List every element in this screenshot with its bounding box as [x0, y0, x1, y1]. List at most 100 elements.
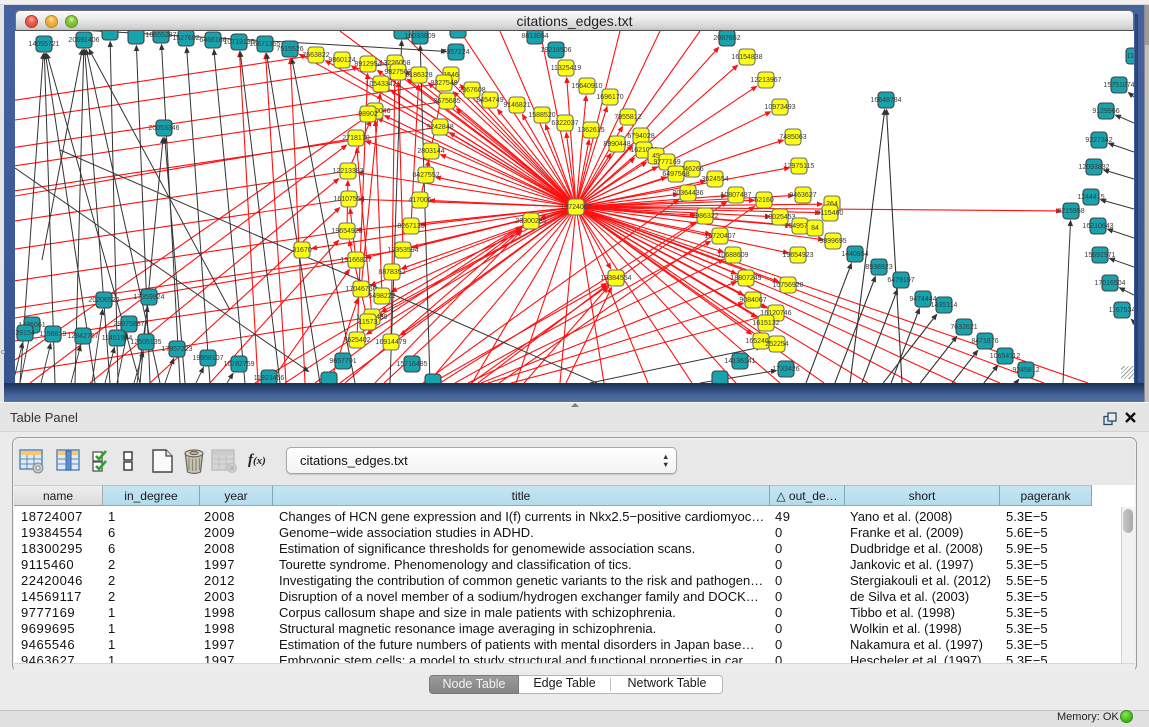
svg-text:8267130: 8267130 [397, 223, 424, 230]
svg-text:7357224: 7357224 [442, 49, 469, 56]
svg-text:20364436: 20364436 [672, 190, 703, 197]
svg-text:19958107: 19958107 [192, 355, 223, 362]
svg-text:11923466: 11923466 [254, 375, 285, 382]
svg-text:9899695: 9899695 [819, 238, 846, 245]
svg-text:7632621: 7632621 [950, 324, 977, 331]
svg-text:252254: 252254 [765, 341, 788, 348]
svg-text:98902: 98902 [358, 111, 378, 118]
svg-text:7515526: 7515526 [276, 46, 303, 53]
svg-text:9227342: 9227342 [1085, 137, 1112, 144]
svg-text:9115460: 9115460 [817, 210, 844, 217]
svg-text:16914479: 16914479 [375, 339, 406, 346]
svg-text:1244415: 1244415 [1077, 194, 1104, 201]
svg-text:7625402: 7625402 [343, 337, 370, 344]
svg-text:2367608: 2367608 [458, 87, 485, 94]
svg-text:10807487: 10807487 [720, 192, 751, 199]
svg-text:6322037: 6322037 [551, 120, 578, 127]
svg-text:12942757: 12942757 [67, 333, 98, 340]
svg-text:2718170: 2718170 [342, 135, 369, 142]
svg-text:14055721: 14055721 [28, 41, 59, 48]
svg-text:16154838: 16154838 [731, 54, 762, 61]
svg-text:8215958: 8215958 [1057, 208, 1084, 215]
svg-text:19384554: 19384554 [600, 275, 631, 282]
svg-text:2803144: 2803144 [417, 148, 444, 155]
svg-text:12505135: 12505135 [130, 339, 161, 346]
svg-text:9084067: 9084067 [739, 297, 766, 304]
svg-text:29975887: 29975887 [113, 321, 144, 328]
svg-text:7663822: 7663822 [302, 52, 329, 59]
svg-text:14136141: 14136141 [724, 358, 755, 365]
svg-text:19218506: 19218506 [540, 47, 571, 54]
svg-text:18724007: 18724007 [560, 204, 591, 211]
svg-text:9129966: 9129966 [1092, 108, 1119, 115]
svg-text:9146821: 9146821 [503, 102, 530, 109]
svg-text:1527602: 1527602 [172, 35, 199, 42]
svg-text:15716485: 15716485 [396, 361, 427, 368]
svg-text:9777169: 9777169 [653, 159, 680, 166]
svg-text:17957223: 17957223 [161, 346, 192, 353]
svg-text:8186328: 8186328 [405, 72, 432, 79]
svg-text:6479197: 6479197 [887, 277, 914, 284]
svg-text:10543342: 10543342 [365, 81, 396, 88]
svg-text:1362615: 1362615 [577, 127, 604, 134]
svg-text:17046766: 17046766 [345, 286, 376, 293]
svg-text:16033809: 16033809 [404, 33, 435, 40]
svg-text:1435114: 1435114 [931, 302, 958, 309]
svg-text:5498222: 5498222 [368, 293, 395, 300]
svg-text:12353594: 12353594 [387, 247, 418, 254]
svg-text:9242848: 9242848 [426, 124, 453, 131]
svg-text:10973493: 10973493 [764, 104, 795, 111]
svg-text:17359924: 17359924 [133, 294, 164, 301]
svg-text:84: 84 [811, 225, 819, 232]
svg-text:7485063: 7485063 [779, 134, 806, 141]
svg-text:15751074: 15751074 [1103, 82, 1134, 89]
svg-text:16210643: 16210643 [1082, 223, 1113, 230]
svg-text:9245812: 9245812 [1012, 367, 1039, 374]
svg-text:6497568: 6497568 [662, 171, 689, 178]
svg-text:16782759: 16782759 [223, 361, 254, 368]
svg-text:417006: 417006 [408, 197, 431, 204]
svg-text:16107554: 16107554 [333, 196, 364, 203]
svg-text:15720407: 15720407 [704, 233, 735, 240]
svg-text:18807249: 18807249 [730, 275, 761, 282]
svg-text:20691406: 20691406 [68, 37, 99, 44]
svg-text:8471676: 8471676 [971, 338, 998, 345]
svg-text:8454749: 8454749 [476, 97, 503, 104]
svg-text:23300285: 23300285 [515, 218, 546, 225]
svg-text:20206526: 20206526 [88, 297, 119, 304]
svg-text:3675685: 3675685 [433, 98, 460, 105]
svg-text:12093832: 12093832 [1078, 164, 1109, 171]
svg-text:9327548: 9327548 [430, 80, 457, 87]
svg-text:15640910: 15640910 [571, 83, 602, 90]
svg-text:19654923: 19654923 [782, 252, 813, 259]
svg-text:8427552: 8427552 [412, 172, 439, 179]
svg-text:1733426: 1733426 [772, 366, 799, 373]
svg-text:1588520: 1588520 [528, 112, 555, 119]
svg-text:19166827: 19166827 [340, 257, 371, 264]
svg-text:62160: 62160 [754, 197, 774, 204]
svg-text:1696170: 1696170 [596, 94, 623, 101]
svg-text:1112: 1112 [1127, 53, 1134, 60]
svg-text:9463627: 9463627 [789, 192, 816, 199]
svg-text:10756928: 10756928 [772, 282, 803, 289]
svg-text:12213383: 12213383 [332, 168, 363, 175]
svg-text:7955812: 7955812 [614, 114, 641, 121]
svg-text:11573: 11573 [359, 319, 378, 326]
svg-text:31670: 31670 [292, 247, 312, 254]
svg-text:11451944: 11451944 [102, 335, 133, 342]
svg-text:6794028: 6794028 [627, 133, 654, 140]
svg-text:1615132: 1615132 [752, 320, 779, 327]
svg-text:12975115: 12975115 [784, 163, 815, 170]
svg-text:10688609: 10688609 [717, 252, 748, 259]
svg-text:9657791: 9657791 [329, 358, 356, 365]
svg-text:2087652: 2087652 [713, 35, 740, 42]
svg-text:19654923: 19654923 [331, 228, 362, 235]
svg-text:8990448: 8990448 [603, 141, 630, 148]
svg-text:12213967: 12213967 [750, 77, 781, 84]
svg-text:8878352: 8878352 [378, 269, 405, 276]
svg-text:1156819: 1156819 [40, 331, 67, 338]
svg-text:8938923: 8938923 [865, 264, 892, 271]
svg-text:1440954: 1440954 [841, 251, 868, 258]
svg-text:16648784: 16648784 [870, 97, 901, 104]
svg-text:39154: 39154 [15, 330, 35, 337]
